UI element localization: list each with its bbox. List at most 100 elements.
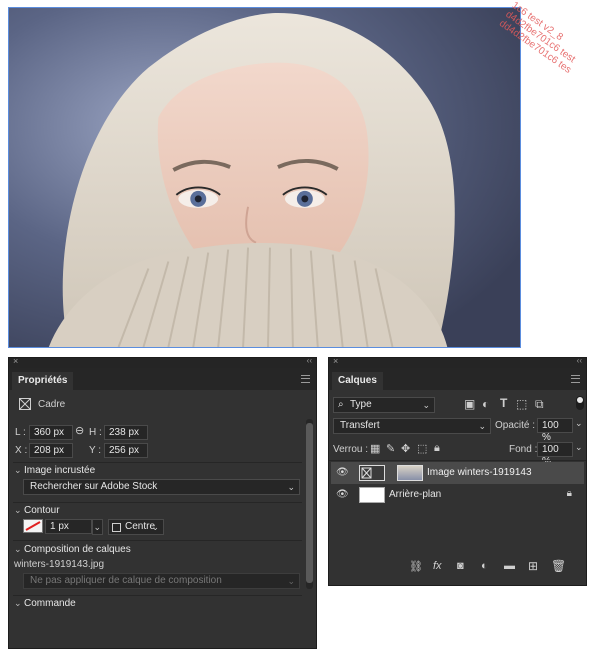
fill-field[interactable]: 100 % (537, 442, 573, 467)
lock-pixels-icon[interactable]: ✎ (386, 442, 395, 455)
search-icon: ⌕ (338, 399, 344, 410)
adjustment-layer-icon[interactable]: ◐ (481, 560, 488, 572)
lock-all-icon[interactable]: 🔒︎ (434, 442, 440, 455)
smart-object-filter-icon[interactable]: ⧉ (535, 397, 544, 412)
stroke-heading[interactable]: ⌄ Contour (14, 505, 60, 516)
close-icon[interactable]: × (333, 356, 338, 366)
height-label: H : (89, 427, 102, 438)
x-field[interactable]: 208 px (29, 443, 73, 458)
pixel-filter-icon[interactable]: ▣ (464, 397, 475, 411)
chevron-down-icon: ⌄ (14, 465, 22, 475)
command-heading[interactable]: ⌄ Commande (14, 598, 76, 609)
divider (13, 595, 302, 596)
frame-thumbnail (359, 465, 385, 481)
chevron-down-icon: ⌄ (287, 576, 295, 586)
panel-topbar: × ‹‹ (9, 356, 316, 368)
stroke-width-dropdown[interactable]: ⌄ (92, 519, 103, 535)
tab-layers[interactable]: Calques (332, 372, 383, 390)
opacity-label: Opacité : (495, 420, 536, 431)
canvas-photo (8, 7, 521, 348)
trash-icon[interactable]: 🗑︎ (551, 559, 566, 573)
height-field[interactable]: 238 px (104, 425, 148, 440)
layers-bottom-toolbar: ⛓︎ fx ◙ ◐ ▬ ⊞ 🗑︎ (329, 557, 586, 579)
adjustment-filter-icon[interactable]: ◐ (482, 397, 489, 411)
kind-label: Cadre (38, 399, 66, 410)
blend-mode-label: Transfert (340, 420, 380, 431)
tab-properties[interactable]: Propriétés (12, 372, 74, 390)
fill-label: Fond : (509, 444, 538, 455)
eye-icon[interactable]: 👁︎ (336, 489, 349, 500)
layer-comps-heading[interactable]: ⌄ Composition de calques (14, 544, 131, 555)
chevron-down-icon[interactable]: ⌄ (575, 442, 583, 453)
layer-comps-dropdown[interactable]: Ne pas appliquer de calque de compositio… (23, 573, 300, 589)
adobe-stock-dropdown-label: Rechercher sur Adobe Stock (30, 481, 158, 492)
chevron-down-icon[interactable]: ⌄ (575, 418, 583, 429)
y-label: Y : (89, 445, 102, 456)
panel-topbar: × ‹‹ (329, 356, 586, 368)
x-label: X : (15, 445, 28, 456)
lock-label: Verrou : (333, 444, 369, 455)
layer-filter-dropdown[interactable]: ⌕ Type ⌄ (333, 397, 435, 413)
lock-icon: 🔒︎ (566, 488, 572, 499)
lock-position-icon[interactable]: ✥ (401, 442, 410, 455)
close-icon[interactable]: × (13, 356, 18, 366)
layers-tabbar: Calques (329, 368, 586, 390)
layer-row[interactable]: 👁︎ Image winters-1919143 (331, 462, 584, 484)
shape-filter-icon[interactable]: ⬚ (516, 397, 527, 411)
chevron-down-icon: ⌄ (422, 400, 430, 410)
embedded-image-heading[interactable]: ⌄ Image incrustée (14, 465, 95, 476)
chevron-down-icon: ⌄ (478, 421, 486, 431)
divider (329, 460, 586, 461)
link-icon[interactable]: ⊖ (75, 424, 84, 437)
image-thumbnail (397, 465, 423, 481)
chevron-down-icon: ⌄ (287, 482, 295, 492)
layer-row[interactable]: 👁︎ Arrière-plan 🔒︎ (331, 484, 584, 506)
chevron-down-icon: ⌄ (14, 544, 22, 554)
stroke-align-icon (112, 523, 121, 532)
panel-menu-icon[interactable] (571, 375, 580, 383)
embedded-image-heading-text: Image incrustée (24, 465, 96, 476)
stroke-width-field[interactable]: 1 px (45, 519, 92, 534)
chevron-down-icon: ⌄ (151, 522, 159, 532)
collapse-icon[interactable]: ‹‹ (577, 356, 582, 365)
portrait-image (9, 8, 520, 347)
filter-toggle[interactable] (576, 396, 584, 410)
stroke-heading-text: Contour (24, 505, 60, 516)
properties-tabbar: Propriétés (9, 368, 316, 390)
fx-icon[interactable]: fx (433, 560, 442, 572)
new-layer-icon[interactable]: ⊞ (528, 559, 538, 573)
divider (13, 462, 302, 463)
eye-icon[interactable]: 👁︎ (336, 467, 349, 478)
link-layers-icon[interactable]: ⛓︎ (409, 560, 423, 573)
divider (13, 502, 302, 503)
chevron-down-icon: ⌄ (93, 522, 101, 532)
scrollbar[interactable] (306, 419, 313, 589)
frame-icon (19, 398, 31, 410)
command-heading-text: Commande (24, 598, 76, 609)
folder-icon[interactable]: ▬ (504, 560, 515, 572)
collapse-icon[interactable]: ‹‹ (307, 356, 312, 365)
layer-name[interactable]: Image winters-1919143 (427, 467, 532, 478)
background-thumbnail (359, 487, 385, 503)
panel-menu-icon[interactable] (301, 375, 310, 383)
properties-panel: × ‹‹ Propriétés Cadre L : 360 px ⊖ H : 2… (8, 356, 317, 649)
stroke-color-swatch[interactable] (23, 519, 43, 533)
divider (13, 540, 302, 541)
blend-mode-dropdown[interactable]: Transfert ⌄ (333, 418, 491, 434)
y-field[interactable]: 256 px (104, 443, 148, 458)
add-mask-icon[interactable]: ◙ (457, 560, 464, 572)
lock-transparency-icon[interactable]: ▦ (370, 442, 380, 455)
width-field[interactable]: 360 px (29, 425, 73, 440)
layer-comps-heading-text: Composition de calques (24, 544, 131, 555)
adobe-stock-dropdown[interactable]: Rechercher sur Adobe Stock ⌄ (23, 479, 300, 495)
lock-artboard-icon[interactable]: ⬚ (417, 442, 427, 455)
layer-name[interactable]: Arrière-plan (389, 489, 441, 500)
chevron-down-icon: ⌄ (14, 505, 22, 515)
type-filter-icon[interactable]: T (500, 396, 507, 410)
layers-panel: × ‹‹ Calques ⌕ Type ⌄ ▣ ◐ T ⬚ ⧉ Transfer… (328, 356, 587, 586)
scrollbar-thumb[interactable] (306, 423, 313, 583)
opacity-field[interactable]: 100 % (537, 418, 573, 443)
width-label: L : (15, 427, 26, 438)
layer-filter-label: Type (350, 399, 372, 410)
stroke-align-dropdown[interactable]: Centre ⌄ (108, 519, 164, 535)
